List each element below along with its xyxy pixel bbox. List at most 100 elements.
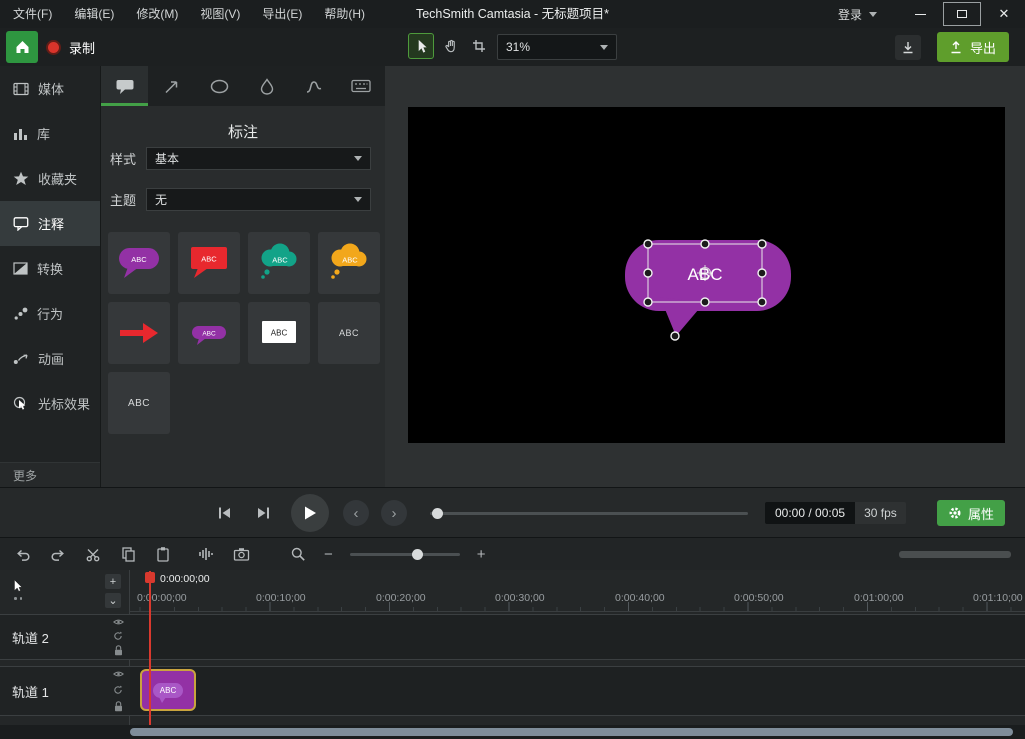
- callout-tile-rounded-purple[interactable]: ABC: [108, 232, 170, 294]
- tab-shapes[interactable]: [196, 66, 243, 106]
- export-button[interactable]: 导出: [937, 32, 1009, 62]
- minimize-button[interactable]: [899, 0, 941, 28]
- callout-selection[interactable]: ABC: [408, 107, 1005, 443]
- hand-icon: [443, 38, 458, 54]
- track-1-header[interactable]: 轨道 1: [0, 666, 130, 716]
- track-2-header[interactable]: 轨道 2: [0, 614, 130, 660]
- sidebar-item-animations[interactable]: 动画: [0, 336, 100, 381]
- sidebar-item-annotations[interactable]: 注释: [0, 201, 100, 246]
- timeline-zoom-thumb[interactable]: [412, 549, 423, 560]
- timeline-zoom-slider[interactable]: [350, 553, 460, 556]
- track-2-lane[interactable]: [130, 614, 1025, 660]
- video-canvas[interactable]: ABC: [408, 107, 1005, 443]
- next-frame-button[interactable]: [252, 501, 276, 525]
- menu-modify[interactable]: 修改(M): [125, 0, 189, 28]
- callout-tile-rect-white[interactable]: ABC: [248, 302, 310, 364]
- crop-icon: [472, 39, 486, 53]
- timeline-ruler[interactable]: 0:00:00;00 0:00:10;00 0:00:20;00 0:00:30…: [130, 586, 1025, 612]
- callout-icon: [115, 78, 135, 95]
- close-button[interactable]: ✕: [983, 0, 1025, 28]
- callout-tile-text-large[interactable]: ABC: [108, 372, 170, 434]
- lock-icon[interactable]: [114, 645, 123, 656]
- clip-thumbnail: ABC: [153, 683, 183, 698]
- copy-button[interactable]: [119, 545, 137, 563]
- ruler-tick: 0:00:20;00: [376, 592, 426, 604]
- zoom-dropdown[interactable]: 31%: [497, 34, 617, 60]
- paste-button[interactable]: [154, 545, 172, 563]
- crop-tool-button[interactable]: [466, 33, 492, 59]
- sidebar-item-favorites[interactable]: 收藏夹: [0, 156, 100, 201]
- add-track-button[interactable]: +: [105, 574, 121, 589]
- sidebar-item-cursor-effects[interactable]: 光标效果: [0, 381, 100, 426]
- ruler-tick: 0:00:40;00: [615, 592, 665, 604]
- snapshot-button[interactable]: [232, 545, 250, 563]
- sidebar-item-library[interactable]: 库: [0, 111, 100, 156]
- track-1-lane[interactable]: ABC: [130, 666, 1025, 716]
- seek-thumb[interactable]: [432, 508, 443, 519]
- pan-tool-button[interactable]: [437, 33, 463, 59]
- maximize-button[interactable]: [943, 2, 981, 26]
- collapse-tracks-button[interactable]: ⌄: [105, 593, 121, 608]
- menu-view[interactable]: 视图(V): [189, 0, 251, 28]
- prev-marker-button[interactable]: ‹: [343, 500, 369, 526]
- ruler-tick: 0:01:00;00: [854, 592, 904, 604]
- download-icon: [902, 41, 914, 54]
- redo-icon: [50, 547, 66, 562]
- tab-keystroke[interactable]: [338, 66, 385, 106]
- style-dropdown[interactable]: 基本: [146, 147, 371, 170]
- audio-waveform-icon: [198, 546, 214, 562]
- sidebar-item-transitions[interactable]: 转换: [0, 246, 100, 291]
- zoom-value: 31%: [506, 40, 530, 54]
- sidebar-more-button[interactable]: 更多: [0, 462, 100, 487]
- callout-tile-square-red[interactable]: ABC: [178, 232, 240, 294]
- callout-tile-arrow-red[interactable]: [108, 302, 170, 364]
- record-icon: [46, 40, 61, 55]
- callout-tile-banner-purple[interactable]: ABC: [178, 302, 240, 364]
- theme-dropdown[interactable]: 无: [146, 188, 371, 211]
- ruler-tick: 0:00:00;00: [137, 592, 187, 604]
- lock-icon[interactable]: [114, 701, 123, 712]
- tab-sketch-motion[interactable]: [290, 66, 337, 106]
- tab-callouts[interactable]: [101, 66, 148, 106]
- play-icon: [303, 505, 317, 521]
- playhead-line[interactable]: [149, 571, 151, 725]
- properties-button[interactable]: 属性: [937, 500, 1005, 526]
- cursor-tool-button[interactable]: [408, 33, 434, 59]
- timeline-zoom-button[interactable]: [289, 545, 307, 563]
- loop-icon[interactable]: [113, 685, 123, 695]
- loop-icon[interactable]: [113, 631, 123, 641]
- menu-export[interactable]: 导出(E): [251, 0, 313, 28]
- callout-tile-cloud-orange[interactable]: ABC: [318, 232, 380, 294]
- prev-frame-button[interactable]: [212, 501, 236, 525]
- home-button[interactable]: [6, 31, 38, 63]
- audio-tools-button[interactable]: [197, 545, 215, 563]
- tab-arrows[interactable]: [148, 66, 195, 106]
- login-button[interactable]: 登录: [838, 6, 877, 23]
- style-label: 样式: [110, 149, 137, 168]
- grip-dots: [14, 597, 22, 600]
- seek-slider[interactable]: [430, 512, 748, 515]
- split-button[interactable]: [84, 545, 102, 563]
- menu-file[interactable]: 文件(F): [2, 0, 63, 28]
- download-button[interactable]: [895, 35, 921, 60]
- sidebar-item-behaviors[interactable]: 行为: [0, 291, 100, 336]
- tab-blur[interactable]: [243, 66, 290, 106]
- play-button[interactable]: [291, 494, 329, 532]
- zoom-out-button[interactable]: −: [324, 547, 333, 562]
- redo-button[interactable]: [49, 545, 67, 563]
- menu-edit[interactable]: 编辑(E): [63, 0, 125, 28]
- menu-help[interactable]: 帮助(H): [313, 0, 376, 28]
- panel-scrollbar[interactable]: [899, 551, 1011, 558]
- undo-button[interactable]: [14, 545, 32, 563]
- callout-tile-cloud-teal[interactable]: ABC: [248, 232, 310, 294]
- next-marker-button[interactable]: ›: [381, 500, 407, 526]
- timeline-horizontal-scrollbar[interactable]: [130, 728, 1013, 736]
- zoom-in-button[interactable]: +: [477, 547, 486, 562]
- svg-text:ABC: ABC: [201, 255, 217, 264]
- callout-tile-text[interactable]: ABC: [318, 302, 380, 364]
- record-button[interactable]: 录制: [46, 38, 95, 57]
- behavior-icon: [13, 307, 28, 321]
- eye-icon[interactable]: [113, 618, 124, 626]
- sidebar-item-media[interactable]: 媒体: [0, 66, 100, 111]
- eye-icon[interactable]: [113, 670, 124, 678]
